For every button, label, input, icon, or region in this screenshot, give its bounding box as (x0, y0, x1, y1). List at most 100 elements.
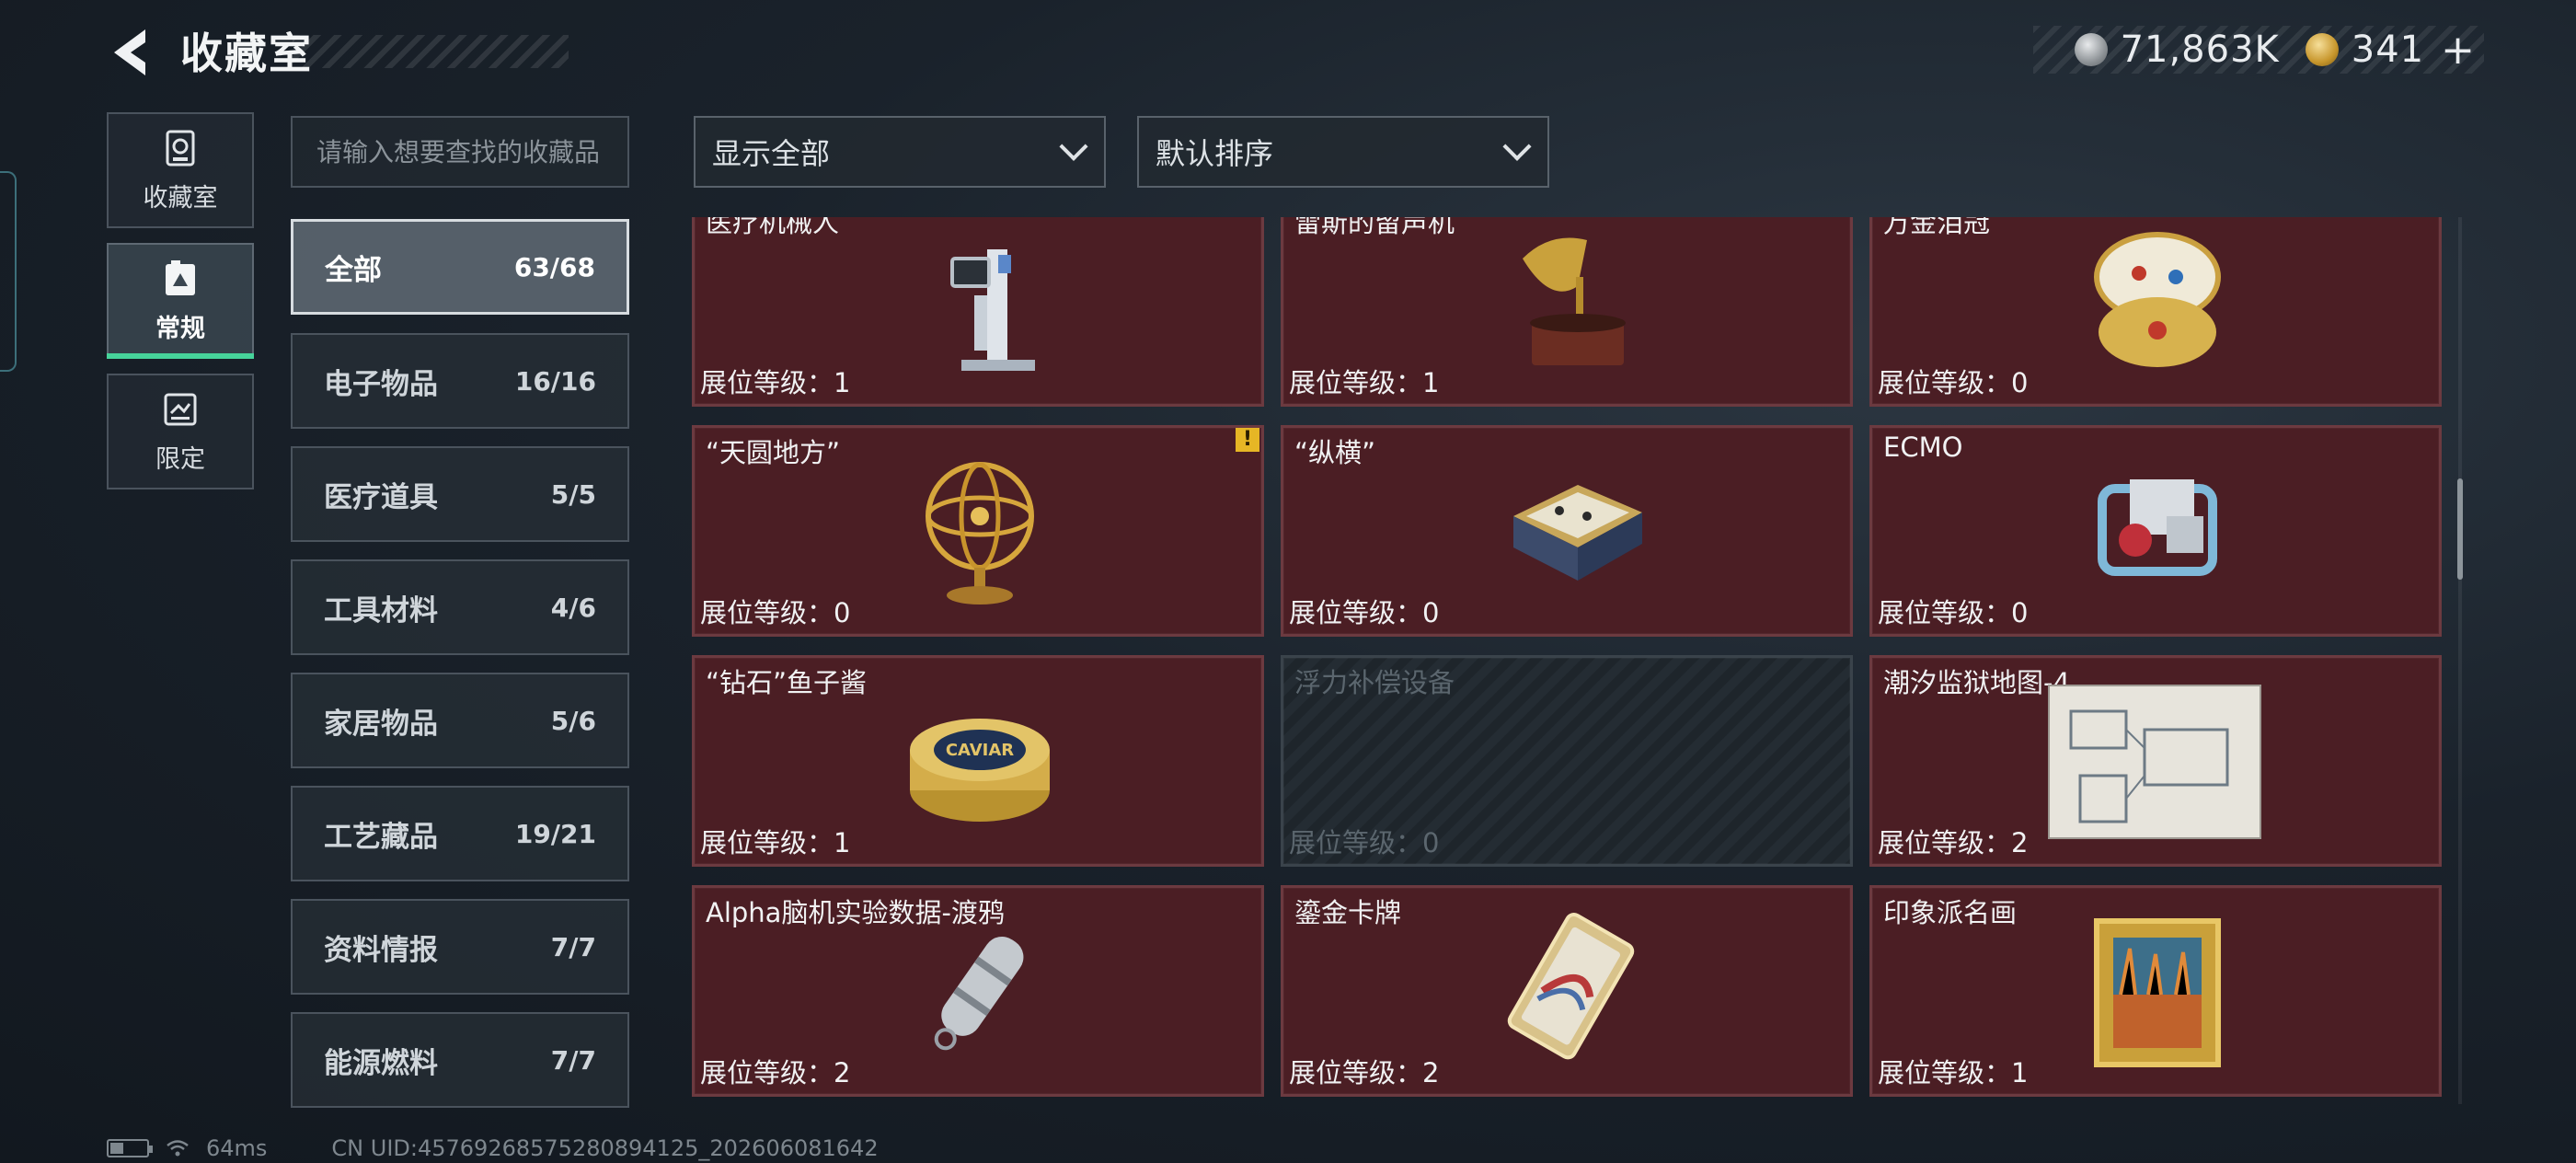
silver-coin-icon (2074, 33, 2108, 66)
item-level: 展位等级：2 (1289, 1057, 1440, 1088)
nav-collection-room[interactable]: 收藏室 (107, 112, 254, 228)
nav-regular[interactable]: 常规 (107, 243, 254, 359)
item-card[interactable]: “天圆地方” ! 展位等级：0 (692, 425, 1264, 637)
item-level: 展位等级：0 (1878, 597, 2029, 628)
warning-badge: ! (1236, 428, 1259, 452)
item-name: 鎏金卡牌 (1294, 897, 1402, 928)
item-level: 展位等级：1 (1289, 367, 1440, 398)
category-tools[interactable]: 工具材料 4/6 (291, 559, 629, 655)
grid-scrollbar-thumb[interactable] (2457, 478, 2463, 580)
item-name: “纵横” (1294, 437, 1376, 468)
item-name: 医疗机械人 (706, 217, 840, 238)
chevron-down-icon (1502, 132, 1532, 161)
status-bar: 64ms CN UID:45769268575280894125_2026060… (107, 1135, 879, 1161)
gold-coin-icon (2305, 33, 2339, 66)
limited-icon (164, 393, 197, 425)
jeweled-egg-icon (2094, 232, 2221, 367)
category-label: 电子物品 (324, 367, 438, 401)
title-decoration (293, 35, 569, 68)
category-count: 5/6 (550, 705, 596, 736)
item-card[interactable]: “钻石”鱼子酱 CAVIAR 展位等级：1 (692, 655, 1264, 867)
category-label: 能源燃料 (324, 1046, 438, 1080)
category-intel[interactable]: 资料情报 7/7 (291, 899, 629, 995)
item-card[interactable]: 万金泪冠 展位等级：0 (1869, 217, 2442, 407)
category-label: 工具材料 (324, 593, 438, 628)
category-electronics[interactable]: 电子物品 16/16 (291, 333, 629, 429)
item-level: 展位等级：0 (700, 597, 851, 628)
gramophone-icon (1523, 237, 1626, 365)
nav-label: 收藏室 (143, 183, 218, 213)
item-card[interactable]: 潮汐监狱地图-4 展位等级：2 (1869, 655, 2442, 867)
caviar-label: CAVIAR (946, 741, 1014, 760)
wifi-icon (167, 1140, 189, 1157)
item-level: 展位等级：0 (1878, 367, 2029, 398)
item-level: 展位等级：1 (1878, 1057, 2029, 1088)
item-level: 展位等级：0 (1289, 597, 1440, 628)
nav-limited[interactable]: 限定 (107, 374, 254, 489)
filter-dropdown[interactable]: 显示全部 (694, 116, 1106, 188)
category-count: 63/68 (513, 251, 595, 282)
item-card[interactable]: “纵横” 展位等级：0 (1281, 425, 1853, 637)
item-card[interactable]: 鎏金卡牌 展位等级：2 (1281, 885, 1853, 1097)
add-currency-button[interactable]: + (2441, 27, 2475, 74)
caviar-tin-icon: CAVIAR (910, 719, 1050, 822)
category-count: 16/16 (514, 365, 596, 397)
item-name: 潮汐监狱地图-4 (1883, 667, 2070, 698)
category-label: 资料情报 (324, 933, 438, 967)
side-drawer-tab[interactable] (0, 171, 17, 372)
user-uid: CN UID:45769268575280894125_202606081642 (331, 1135, 879, 1161)
currency-bar: 71,863K 341 + (2033, 26, 2484, 74)
collection-grid: 医疗机械人 展位等级：1 雷斯的留声机 展位等级：1 万金泪冠 展位等级：0 “… (692, 217, 2445, 1104)
gold-amount: 341 (2351, 29, 2425, 71)
category-household[interactable]: 家居物品 5/6 (291, 673, 629, 768)
nav-label: 限定 (155, 444, 205, 474)
item-card[interactable]: Alpha脑机实验数据-渡鸦 展位等级：2 (692, 885, 1264, 1097)
chessboard-icon (1513, 485, 1642, 581)
item-level: 展位等级：2 (700, 1057, 851, 1088)
category-count: 4/6 (550, 592, 596, 623)
item-level: 展位等级：1 (700, 827, 851, 858)
ecmo-machine-icon (2098, 479, 2217, 576)
filter-value: 显示全部 (712, 136, 831, 171)
item-name: ECMO (1883, 432, 1963, 463)
category-all[interactable]: 全部 63/68 (291, 219, 629, 315)
category-crafts[interactable]: 工艺藏品 19/21 (291, 786, 629, 881)
back-button[interactable] (103, 20, 158, 85)
item-level: 展位等级：2 (1878, 827, 2029, 858)
item-card[interactable]: ECMO 展位等级：0 (1869, 425, 2442, 637)
item-level: 展位等级：1 (700, 367, 851, 398)
data-capsule-icon (934, 936, 1024, 1051)
category-count: 5/5 (550, 478, 596, 510)
category-label: 家居物品 (324, 707, 438, 741)
silver-amount: 71,863K (2120, 29, 2280, 71)
prison-map-icon (2048, 685, 2261, 839)
medical-robot-icon (950, 249, 1035, 371)
collection-icon (166, 130, 195, 166)
item-name: 浮力补偿设备 (1294, 667, 1455, 698)
item-card-empty[interactable]: 浮力补偿设备 展位等级：0 (1281, 655, 1853, 867)
item-card[interactable]: 印象派名画 展位等级：1 (1869, 885, 2442, 1097)
category-count: 7/7 (550, 1044, 596, 1076)
category-label: 医疗道具 (324, 480, 438, 514)
gilded-card-icon (1507, 912, 1635, 1060)
category-medical[interactable]: 医疗道具 5/5 (291, 446, 629, 542)
item-name: “天圆地方” (706, 437, 841, 468)
sort-value: 默认排序 (1156, 136, 1274, 171)
chevron-down-icon (1059, 132, 1088, 161)
nav-label: 常规 (155, 314, 205, 343)
category-count: 7/7 (550, 931, 596, 962)
ping-value: 64ms (206, 1135, 268, 1161)
category-fuel[interactable]: 能源燃料 7/7 (291, 1012, 629, 1108)
sort-dropdown[interactable]: 默认排序 (1137, 116, 1549, 188)
item-card[interactable]: 雷斯的留声机 展位等级：1 (1281, 217, 1853, 407)
category-label: 工艺藏品 (324, 820, 438, 854)
album-icon (166, 259, 195, 295)
item-card[interactable]: 医疗机械人 展位等级：1 (692, 217, 1264, 407)
item-name: “钻石”鱼子酱 (706, 667, 868, 698)
back-arrow-icon (114, 29, 145, 75)
item-name: 印象派名画 (1883, 897, 2018, 928)
grid-scrollbar-track[interactable] (2458, 217, 2462, 1104)
item-name: 万金泪冠 (1883, 217, 1991, 238)
search-input[interactable] (291, 116, 629, 188)
item-name: 雷斯的留声机 (1294, 217, 1455, 238)
